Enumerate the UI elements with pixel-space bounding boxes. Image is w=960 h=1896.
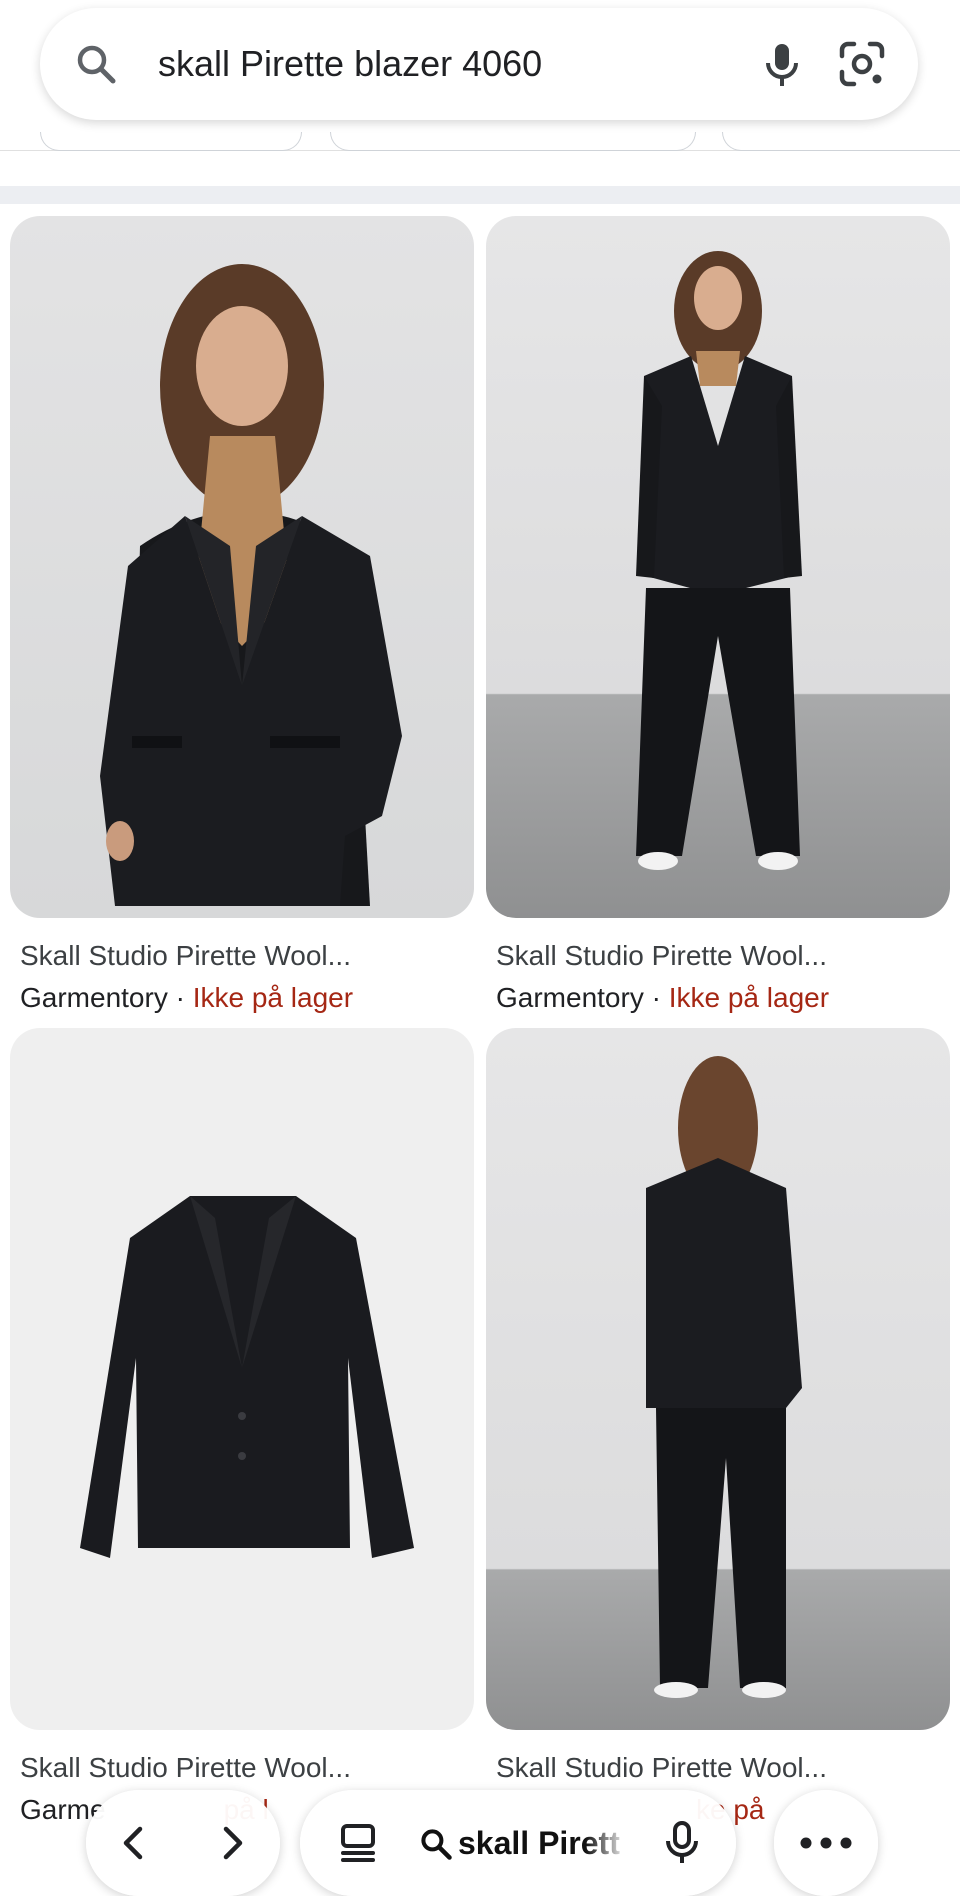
filter-chip[interactable] [40,132,302,151]
blazer-product-image [80,1196,414,1558]
address-bar-pill[interactable]: skall Pirett [300,1790,736,1896]
product-image[interactable] [486,216,950,918]
woman-blazer-closeup-image [100,264,402,906]
meta-separator: · [167,982,193,1013]
back-arrow-icon[interactable] [114,1823,154,1863]
result-meta: Garmentory · Ikke på lager [20,980,353,1016]
filter-chip[interactable] [722,132,960,151]
search-box[interactable]: skall Pirette blazer 4060 [40,8,918,120]
product-image[interactable] [486,1028,950,1730]
top-search-header: skall Pirette blazer 4060 [0,0,960,151]
product-image[interactable] [10,1028,474,1730]
more-options-icon[interactable] [796,1833,856,1853]
more-options-pill[interactable] [774,1790,878,1896]
result-meta: Garmentory · Ikke på lager [496,980,829,1016]
result-title[interactable]: Skall Studio Pirette Wool... [496,938,827,974]
microphone-icon[interactable] [658,1819,706,1867]
forward-arrow-icon[interactable] [212,1823,252,1863]
navigation-pill [86,1790,280,1896]
search-icon[interactable] [72,40,120,88]
search-icon [421,1829,452,1860]
lens-camera-icon[interactable] [834,36,890,92]
stock-status: Ikke på lager [192,982,354,1013]
search-query-text[interactable]: skall Pirette blazer 4060 [158,40,542,88]
section-divider [0,186,960,204]
tabs-icon[interactable] [336,1821,380,1865]
address-bar-query[interactable]: skall Pirett [458,1822,628,1864]
store-name: Garmentory [496,982,644,1013]
meta-separator: · [643,982,669,1013]
result-title[interactable]: Skall Studio Pirette Wool... [20,938,351,974]
store-name: Garmentory [20,982,168,1013]
stock-status: Ikke på lager [668,982,830,1013]
microphone-icon[interactable] [754,36,810,92]
browser-bottom-toolbar: skall Pirett [0,1780,960,1896]
woman-suit-front-image [636,251,802,870]
product-image[interactable] [10,216,474,918]
woman-suit-back-image [646,1056,802,1698]
filter-chip[interactable] [330,132,696,151]
